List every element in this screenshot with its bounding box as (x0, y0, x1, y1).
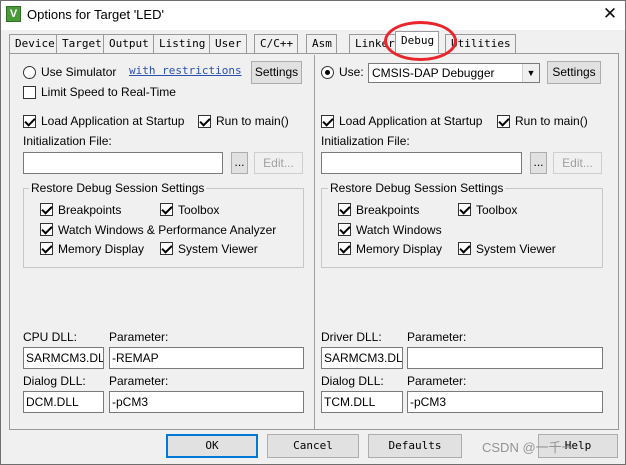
close-icon[interactable]: ✕ (598, 3, 622, 25)
driver-param-input[interactable] (407, 347, 603, 369)
right-run-to-main-checkbox[interactable] (497, 115, 510, 128)
keil-app-icon: V (6, 6, 21, 22)
tab-c-cpp[interactable]: C/C++ (254, 34, 299, 53)
right-browse-button[interactable]: ... (530, 152, 547, 174)
right-dialog-dll-label: Dialog DLL: (321, 374, 384, 388)
tab-linker[interactable]: Linker (349, 34, 400, 53)
csdn-watermark: CSDN @一千一 (482, 440, 575, 455)
right-dialog-dll-input[interactable]: TCM.DLL (321, 391, 403, 413)
right-watch-checkbox[interactable] (338, 223, 351, 236)
panel-divider (314, 55, 315, 429)
debugger-settings-button[interactable]: Settings (547, 61, 601, 84)
left-breakpoints-checkbox[interactable] (40, 203, 53, 216)
debugger-select-value: CMSIS-DAP Debugger (372, 66, 495, 80)
left-breakpoints-label: Breakpoints (58, 203, 122, 217)
right-dialog-param-label: Parameter: (407, 374, 467, 388)
right-memory-label: Memory Display (356, 242, 443, 256)
driver-param-label: Parameter: (407, 330, 467, 344)
right-system-viewer-checkbox[interactable] (458, 242, 471, 255)
left-restore-group-title: Restore Debug Session Settings (29, 181, 207, 195)
use-label: Use: (339, 65, 364, 79)
right-load-app-label: Load Application at Startup (339, 114, 483, 128)
cancel-button[interactable]: Cancel (267, 434, 359, 458)
with-restrictions-link[interactable]: with restrictions (129, 64, 242, 77)
right-load-app-checkbox[interactable] (321, 115, 334, 128)
tab-target[interactable]: Target (56, 34, 107, 53)
right-edit-button[interactable]: Edit... (553, 152, 602, 174)
left-dialog-dll-label: Dialog DLL: (23, 374, 86, 388)
driver-dll-label: Driver DLL: (321, 330, 382, 344)
left-init-file-label: Initialization File: (23, 134, 112, 148)
tab-listing[interactable]: Listing (153, 34, 211, 53)
cpu-dll-label: CPU DLL: (23, 330, 78, 344)
debugger-select[interactable]: CMSIS-DAP Debugger ▼ (368, 63, 540, 83)
use-simulator-label: Use Simulator (41, 65, 117, 79)
left-memory-checkbox[interactable] (40, 242, 53, 255)
tab-output[interactable]: Output (103, 34, 154, 53)
left-memory-label: Memory Display (58, 242, 145, 256)
left-dialog-param-label: Parameter: (109, 374, 169, 388)
tab-debug[interactable]: Debug (395, 31, 440, 53)
left-edit-button[interactable]: Edit... (254, 152, 303, 174)
left-load-app-label: Load Application at Startup (41, 114, 185, 128)
use-simulator-radio[interactable] (23, 66, 36, 79)
tab-asm[interactable]: Asm (306, 34, 337, 53)
cpu-param-input[interactable]: -REMAP (109, 347, 304, 369)
driver-dll-input[interactable]: SARMCM3.DLL (321, 347, 403, 369)
window-title: Options for Target 'LED' (27, 7, 164, 22)
right-dialog-param-input[interactable]: -pCM3 (407, 391, 603, 413)
left-dialog-dll-input[interactable]: DCM.DLL (23, 391, 104, 413)
left-browse-button[interactable]: ... (231, 152, 248, 174)
left-system-viewer-label: System Viewer (178, 242, 258, 256)
right-toolbox-checkbox[interactable] (458, 203, 471, 216)
limit-speed-label: Limit Speed to Real-Time (41, 85, 176, 99)
right-watch-label: Watch Windows (356, 223, 442, 237)
cpu-param-label: Parameter: (109, 330, 169, 344)
left-run-to-main-label: Run to main() (216, 114, 289, 128)
right-system-viewer-label: System Viewer (476, 242, 556, 256)
right-restore-group-title: Restore Debug Session Settings (328, 181, 506, 195)
use-debugger-radio[interactable] (321, 66, 334, 79)
right-toolbox-label: Toolbox (476, 203, 518, 217)
right-breakpoints-checkbox[interactable] (338, 203, 351, 216)
left-load-app-checkbox[interactable] (23, 115, 36, 128)
right-memory-checkbox[interactable] (338, 242, 351, 255)
tab-user[interactable]: User (209, 34, 247, 53)
left-system-viewer-checkbox[interactable] (160, 242, 173, 255)
tab-utilities[interactable]: Utilities (445, 34, 516, 53)
title-bar: V Options for Target 'LED' ✕ (1, 1, 625, 30)
left-toolbox-label: Toolbox (178, 203, 220, 217)
chevron-down-icon[interactable]: ▼ (522, 64, 539, 82)
left-watch-label: Watch Windows & Performance Analyzer (58, 223, 277, 237)
right-init-file-input[interactable] (321, 152, 522, 174)
right-init-file-label: Initialization File: (321, 134, 410, 148)
tab-device[interactable]: Device (9, 34, 60, 53)
left-watch-checkbox[interactable] (40, 223, 53, 236)
defaults-button[interactable]: Defaults (368, 434, 462, 458)
right-run-to-main-label: Run to main() (515, 114, 588, 128)
simulator-settings-button[interactable]: Settings (251, 61, 302, 84)
left-dialog-param-input[interactable]: -pCM3 (109, 391, 304, 413)
right-breakpoints-label: Breakpoints (356, 203, 420, 217)
ok-button[interactable]: OK (166, 434, 258, 458)
cpu-dll-input[interactable]: SARMCM3.DLL (23, 347, 104, 369)
left-run-to-main-checkbox[interactable] (198, 115, 211, 128)
options-dialog: V Options for Target 'LED' ✕ Device Targ… (0, 0, 626, 465)
limit-speed-checkbox[interactable] (23, 86, 36, 99)
left-init-file-input[interactable] (23, 152, 223, 174)
left-toolbox-checkbox[interactable] (160, 203, 173, 216)
